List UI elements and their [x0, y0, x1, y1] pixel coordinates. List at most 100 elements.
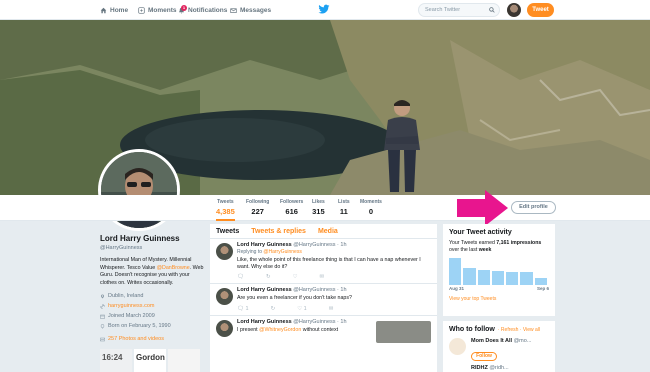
tweet-mention-link[interactable]: @WhitneyGordon: [259, 327, 301, 333]
photo-thumbnail[interactable]: [168, 349, 200, 372]
profile-birthday: Born on February 5, 1990: [100, 323, 205, 329]
tweet-item[interactable]: Lord Harry Guinness @HarryGuinness · 1h …: [210, 316, 437, 343]
photo-icon: [100, 337, 105, 341]
joined-text: Joined March 2009: [108, 313, 155, 319]
follow-suggestion[interactable]: RIDHZ @ridh...: [449, 365, 509, 371]
impressions-bar[interactable]: [534, 278, 547, 285]
follow-suggestion: Mom Does It All @mo... Follow: [449, 338, 549, 362]
nav-home-label: Home: [110, 6, 129, 14]
tweet-text: Are you even a freelancer if you don't t…: [237, 295, 352, 302]
account-avatar[interactable]: [507, 3, 521, 17]
website-link[interactable]: harryguinness.com: [108, 303, 154, 309]
dm-icon[interactable]: ✉: [329, 306, 334, 312]
banner-landscape-image: [0, 20, 650, 195]
tab-media[interactable]: Media: [318, 228, 338, 235]
notification-badge: 1: [181, 4, 187, 11]
tweet-avatar[interactable]: [216, 319, 233, 337]
twitter-bird-icon[interactable]: [318, 4, 330, 15]
dm-icon[interactable]: ✉: [320, 274, 325, 280]
search-input[interactable]: Search Twitter: [418, 3, 500, 17]
photo-thumbnail[interactable]: Gordon: [134, 349, 166, 372]
impressions-bar-chart[interactable]: [449, 257, 549, 285]
tweet-author[interactable]: Lord Harry Guinness: [237, 242, 292, 248]
axis-end-label: Sep 6: [536, 286, 549, 291]
wtf-title-text: Who to follow: [449, 326, 495, 333]
nav-moments[interactable]: Moments: [138, 3, 177, 17]
tweet-author[interactable]: Lord Harry Guinness: [237, 287, 292, 293]
profile-handle: @HarryGuinness: [100, 245, 143, 251]
stat-likes-value: 315: [312, 207, 325, 216]
reply-to-link[interactable]: @HarryGuinness: [263, 249, 301, 255]
reply-icon[interactable]: 🗨 1: [237, 306, 249, 312]
nav-messages[interactable]: Messages: [230, 3, 271, 17]
impressions-bar[interactable]: [477, 269, 490, 285]
stat-lists-label: Lists: [338, 199, 350, 205]
who-to-follow-card: Who to follow · Refresh · View all Mom Do…: [443, 321, 555, 372]
stat-likes[interactable]: Likes 315: [312, 199, 325, 216]
tweet-button[interactable]: Tweet: [527, 3, 554, 17]
follow-button[interactable]: Follow: [471, 352, 497, 361]
activity-period: week: [478, 247, 492, 253]
activity-axis: Aug 31 Sep 6: [449, 286, 549, 291]
tweet-reply-context: Replying to @HarryGuinness: [237, 249, 433, 255]
nav-messages-label: Messages: [240, 6, 272, 14]
stat-following[interactable]: Following 227: [246, 199, 269, 216]
stat-moments[interactable]: Moments 0: [360, 199, 382, 216]
tweet-item[interactable]: Lord Harry Guinness @HarryGuinness · 1h …: [210, 284, 437, 316]
profile-banner: [0, 20, 650, 195]
impressions-bar[interactable]: [463, 268, 476, 285]
stat-tweets[interactable]: Tweets 4,385: [216, 199, 235, 221]
stat-lists[interactable]: Lists 11: [338, 199, 350, 216]
tweet-meta: @HarryGuinness · 1h: [293, 287, 347, 294]
tab-tweets[interactable]: Tweets: [216, 228, 239, 235]
profile-location: Dublin, Ireland: [100, 293, 205, 299]
photo-thumbnail[interactable]: 16:24: [100, 349, 132, 372]
bio-mention-link[interactable]: @DanBrowne: [157, 265, 190, 271]
view-top-tweets-link[interactable]: View your top Tweets: [449, 296, 549, 302]
nav-home[interactable]: Home: [100, 3, 128, 17]
tweet-actions: 🗨 1 ↻ ♡ 1 ✉: [237, 306, 433, 312]
reply-prefix: Replying to: [237, 249, 264, 255]
activity-text-2: over the last: [449, 247, 479, 253]
impressions-bar[interactable]: [520, 272, 533, 285]
like-icon[interactable]: ♡ 1: [297, 306, 307, 312]
suggestion-avatar[interactable]: [449, 338, 466, 355]
retweet-icon[interactable]: ↻: [266, 274, 271, 280]
like-count: 1: [303, 305, 307, 312]
impressions-bar[interactable]: [491, 271, 505, 285]
refresh-view-all-links[interactable]: · Refresh · View all: [498, 327, 540, 333]
home-icon: [100, 7, 107, 13]
retweet-icon[interactable]: ↻: [271, 306, 276, 312]
edit-profile-button[interactable]: Edit profile: [511, 201, 556, 214]
tweet-actions: 🗨 ↻ ♡ ✉: [237, 274, 433, 280]
location-pin-icon: [101, 294, 104, 298]
nav-notifications[interactable]: 1 Notifications: [178, 3, 227, 17]
like-icon[interactable]: ♡: [293, 274, 298, 280]
suggestion-name[interactable]: Mom Does It All @mo...: [471, 338, 549, 344]
stat-moments-value: 0: [368, 207, 374, 216]
nav-notifications-label: Notifications: [188, 6, 228, 14]
impressions-bar[interactable]: [449, 258, 462, 285]
tab-tweets-and-replies[interactable]: Tweets & replies: [251, 228, 306, 235]
impressions-bar[interactable]: [506, 272, 519, 285]
tweet-avatar[interactable]: [216, 288, 233, 306]
activity-text-1: Your Tweets earned: [449, 240, 497, 246]
profile-website[interactable]: harryguinness.com: [100, 303, 205, 309]
suggestion-handle: @mo...: [513, 338, 532, 344]
tweet-item[interactable]: Lord Harry Guinness @HarryGuinness · 1h …: [210, 239, 437, 285]
nav-moments-label: Moments: [148, 6, 177, 14]
photos-and-videos-link[interactable]: 257 Photos and videos: [100, 336, 205, 342]
reply-icon[interactable]: 🗨: [237, 274, 244, 280]
tweet-author[interactable]: Lord Harry Guinness: [237, 319, 292, 325]
tweet-text-suffix: without context: [301, 326, 339, 333]
stat-following-label: Following: [246, 199, 270, 205]
birthday-text: Born on February 5, 1990: [108, 323, 171, 329]
tweet-avatar[interactable]: [216, 243, 233, 260]
tweet-media-thumbnail[interactable]: [376, 320, 431, 343]
stat-followers[interactable]: Followers 616: [280, 199, 303, 216]
suggestion-name[interactable]: RIDHZ: [471, 365, 488, 371]
activity-impressions: 7,161 impressions: [496, 240, 542, 246]
search-placeholder: Search Twitter: [425, 7, 461, 13]
tweet-text: Like, the whole point of this freelance …: [237, 257, 421, 271]
profile-joined: Joined March 2009: [100, 313, 205, 319]
